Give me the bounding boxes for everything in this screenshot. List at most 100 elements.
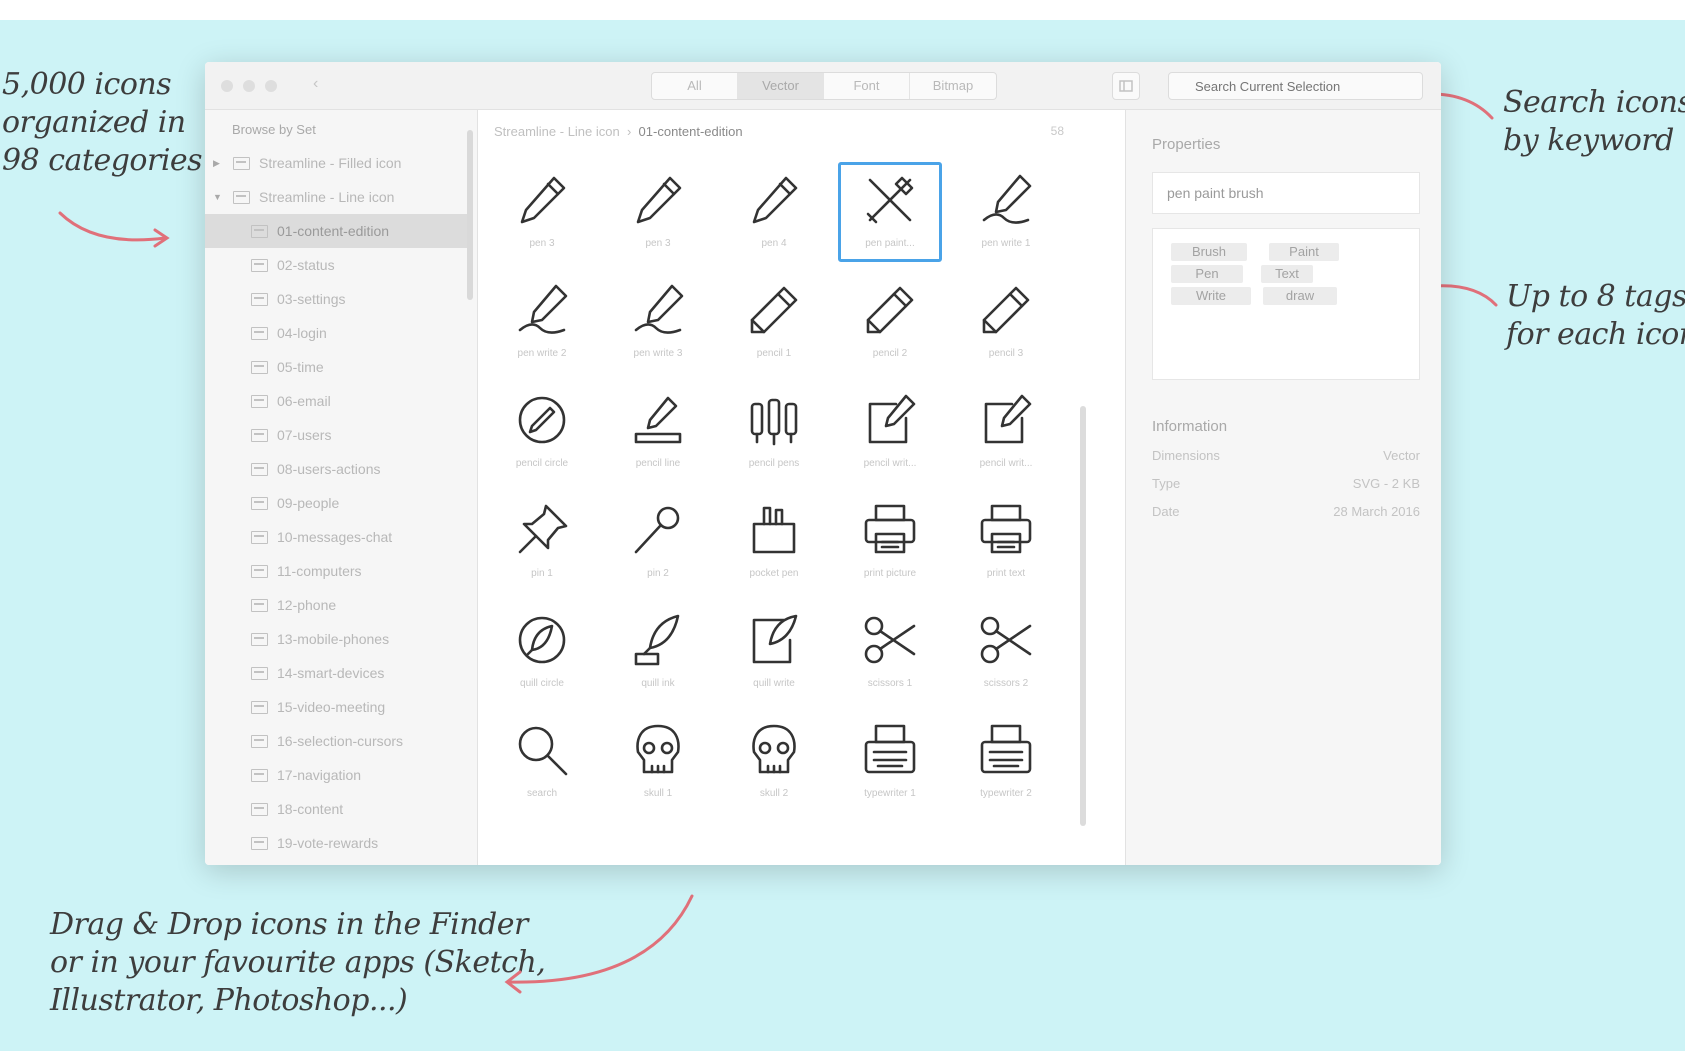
breadcrumb-root[interactable]: Streamline - Line icon: [494, 124, 620, 139]
arrow-to-grid: [504, 894, 694, 994]
minimize-window-button[interactable]: [243, 80, 255, 92]
sidebar-item[interactable]: 10-messages-chat: [205, 520, 467, 554]
icon-tile[interactable]: pencil writ...: [954, 382, 1058, 482]
icon-tile-label: pencil line: [635, 458, 681, 469]
segment-font[interactable]: Font: [824, 73, 910, 99]
segment-vector[interactable]: Vector: [738, 73, 824, 99]
icon-tile[interactable]: quill ink: [606, 602, 710, 702]
sidebar-item[interactable]: 07-users: [205, 418, 467, 452]
tag-list[interactable]: Brush Paint Pen Text Write draw: [1152, 228, 1420, 380]
icon-tile-label: pin 1: [531, 568, 553, 579]
icon-tile[interactable]: pen 3: [490, 162, 594, 262]
icon-tile[interactable]: pen write 1: [954, 162, 1058, 262]
icon-tile[interactable]: typewriter 1: [838, 712, 942, 812]
icon-tile[interactable]: search: [490, 712, 594, 812]
grid-scrollbar[interactable]: [1080, 406, 1086, 826]
segment-all[interactable]: All: [652, 73, 738, 99]
icon-tile[interactable]: scissors 1: [838, 602, 942, 702]
icon-name-field[interactable]: [1152, 172, 1420, 214]
sidebar-item[interactable]: 15-video-meeting: [205, 690, 467, 724]
close-window-button[interactable]: [221, 80, 233, 92]
icon-tile[interactable]: pencil writ...: [838, 382, 942, 482]
tag[interactable]: Pen: [1171, 265, 1243, 283]
icon-tile[interactable]: quill write: [722, 602, 826, 702]
icon-tile-label: pen 3: [529, 238, 555, 249]
icon-tile[interactable]: pen write 2: [490, 272, 594, 372]
sidebar-item[interactable]: 04-login: [205, 316, 467, 350]
icon-tile-label: pencil 1: [756, 348, 792, 359]
folder-icon: [251, 803, 268, 816]
icon-tile[interactable]: scissors 2: [954, 602, 1058, 702]
back-arrow-icon[interactable]: ‹: [313, 75, 318, 93]
folder-icon: [251, 735, 268, 748]
pencil-icon: [750, 286, 798, 334]
icon-tile[interactable]: pencil 3: [954, 272, 1058, 372]
sidebar-set[interactable]: ▼ Streamline - Line icon: [205, 180, 467, 214]
icon-tile[interactable]: pencil circle: [490, 382, 594, 482]
sidebar-item[interactable]: 12-phone: [205, 588, 467, 622]
sidebar-set[interactable]: ▶ Streamline - Filled icon: [205, 146, 467, 180]
icon-tile[interactable]: pencil pens: [722, 382, 826, 482]
printer-icon: [864, 504, 916, 554]
information-heading: Information: [1152, 418, 1228, 435]
sidebar-item[interactable]: 05-time: [205, 350, 467, 384]
icon-tile[interactable]: print text: [954, 492, 1058, 592]
tag[interactable]: Brush: [1171, 243, 1247, 261]
disclosure-open-icon[interactable]: ▼: [213, 180, 222, 214]
icon-tile[interactable]: skull 1: [606, 712, 710, 812]
search-icon: [518, 726, 568, 776]
tag[interactable]: draw: [1263, 287, 1337, 305]
sidebar-item[interactable]: 14-smart-devices: [205, 656, 467, 690]
sidebar-item[interactable]: 18-content: [205, 792, 467, 826]
tag[interactable]: Write: [1171, 287, 1251, 305]
sidebar-item[interactable]: 02-status: [205, 248, 467, 282]
pencil-write-icon: [868, 394, 916, 444]
tag[interactable]: Text: [1261, 265, 1313, 283]
sidebar-item[interactable]: 19-vote-rewards: [205, 826, 467, 860]
icon-tile[interactable]: typewriter 2: [954, 712, 1058, 812]
sidebar-item[interactable]: 13-mobile-phones: [205, 622, 467, 656]
icon-tile[interactable]: pin 2: [606, 492, 710, 592]
sidebar-item[interactable]: 09-people: [205, 486, 467, 520]
note-line: 5,000 icons: [2, 67, 172, 102]
sidebar-item[interactable]: 11-computers: [205, 554, 467, 588]
sidebar-item[interactable]: 03-settings: [205, 282, 467, 316]
sidebar-item[interactable]: 01-content-edition: [205, 214, 467, 248]
icon-tile[interactable]: pen paint...: [838, 162, 942, 262]
icon-tile[interactable]: pencil line: [606, 382, 710, 482]
inspector-panel: Properties Brush Paint Pen Text Write dr…: [1125, 110, 1441, 865]
note-icon-count: 5,000 icons organized in 98 categories: [2, 66, 203, 180]
sidebar-item-label: 09-people: [277, 495, 340, 511]
icon-tile-label: pencil writ...: [979, 458, 1033, 469]
icon-tile[interactable]: pencil 2: [838, 272, 942, 372]
icon-tile[interactable]: skull 2: [722, 712, 826, 812]
search-input[interactable]: [1168, 72, 1423, 100]
icon-tile[interactable]: quill circle: [490, 602, 594, 702]
zoom-window-button[interactable]: [265, 80, 277, 92]
icon-tile[interactable]: pen write 3: [606, 272, 710, 372]
skull-icon: [636, 724, 680, 774]
quill-ink-icon: [634, 614, 680, 666]
icon-tile[interactable]: print picture: [838, 492, 942, 592]
info-row-date: Date 28 March 2016: [1152, 504, 1420, 519]
sidebar-item[interactable]: 08-users-actions: [205, 452, 467, 486]
icon-tile[interactable]: pocket pen: [722, 492, 826, 592]
sidebar-item[interactable]: 17-navigation: [205, 758, 467, 792]
icon-count: 58: [1050, 124, 1064, 138]
view-toggle-button[interactable]: [1112, 72, 1140, 100]
sidebar-item[interactable]: 06-email: [205, 384, 467, 418]
icon-tile[interactable]: pencil 1: [722, 272, 826, 372]
icon-tile[interactable]: pen 4: [722, 162, 826, 262]
sidebar-scrollbar[interactable]: [467, 130, 473, 300]
sidebar-item-label: 14-smart-devices: [277, 665, 385, 681]
pocket-pen-icon: [752, 506, 796, 554]
icon-tile[interactable]: pin 1: [490, 492, 594, 592]
tag[interactable]: Paint: [1269, 243, 1339, 261]
disclosure-closed-icon[interactable]: ▶: [213, 146, 220, 180]
icon-tile-label: pencil writ...: [863, 458, 917, 469]
sidebar-set-label: Streamline - Filled icon: [259, 155, 402, 171]
icon-tile[interactable]: pen 3: [606, 162, 710, 262]
sidebar-item[interactable]: 16-selection-cursors: [205, 724, 467, 758]
segment-bitmap[interactable]: Bitmap: [910, 73, 996, 99]
sidebar-item-label: 04-login: [277, 325, 327, 341]
